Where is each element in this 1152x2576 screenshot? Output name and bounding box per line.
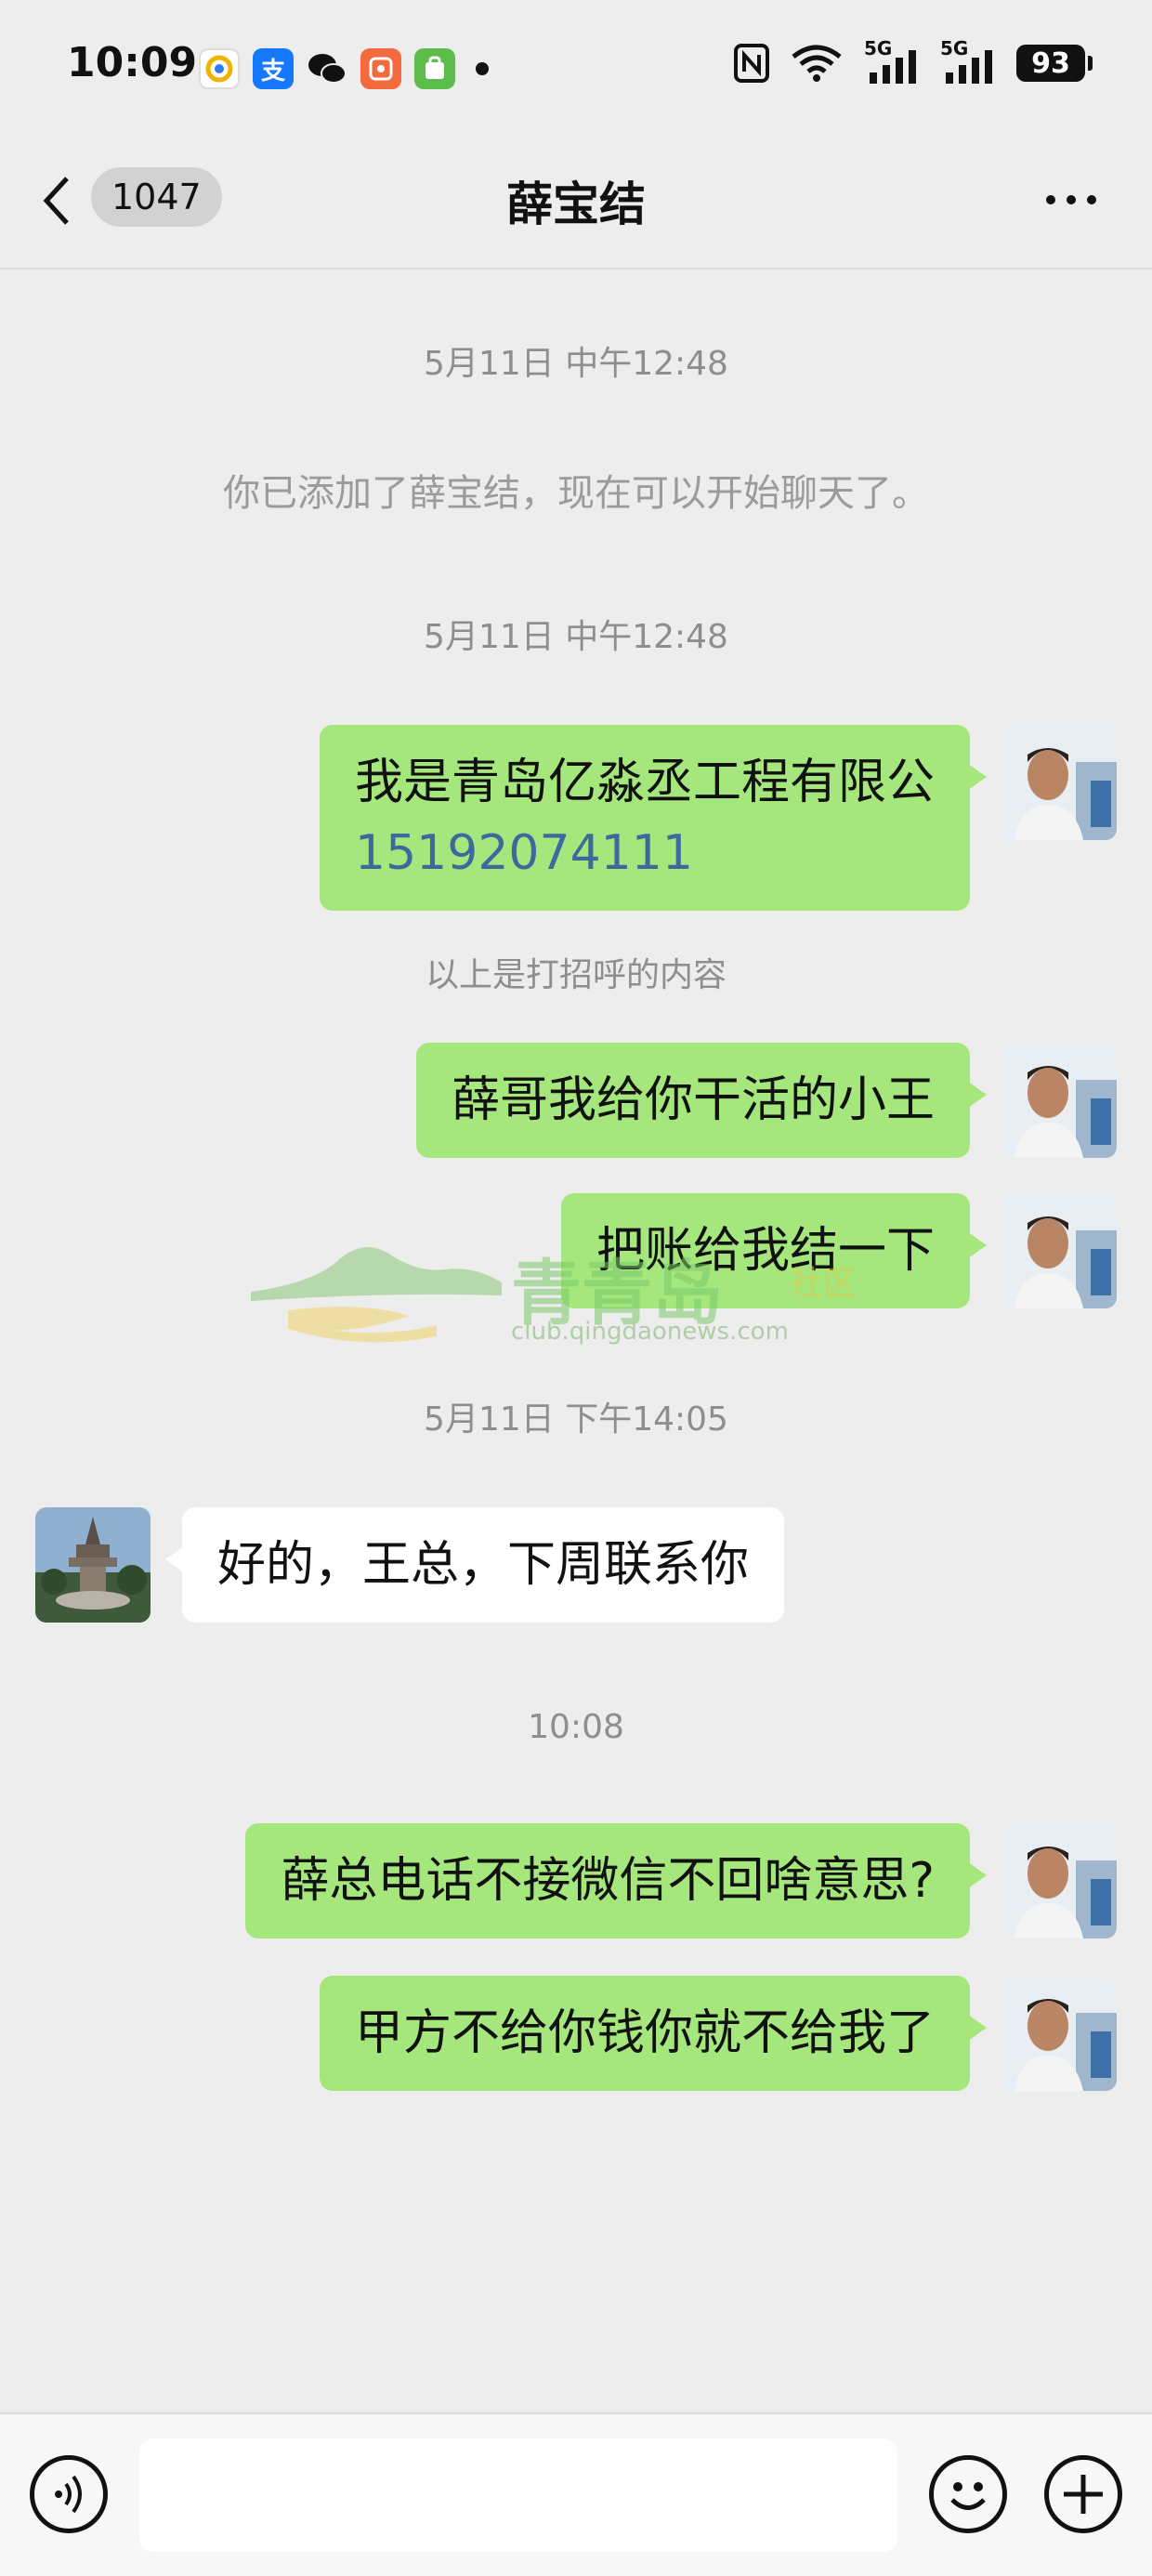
my-avatar[interactable] [1001, 1823, 1117, 1939]
notification-icons: 支 [199, 48, 489, 89]
battery-icon: 93 [1016, 45, 1093, 82]
timestamp: 5月11日 中午12:48 [424, 345, 728, 383]
chat-header: 1047 薛宝结 [0, 130, 1152, 269]
system-icons: 5G 5G 93 [734, 37, 1093, 84]
phone-number-link[interactable]: 15192074111 [355, 818, 935, 888]
message-text: 我是青岛亿淼丞工程有限公 [354, 755, 935, 810]
incoming-message-bubble[interactable]: 好的，王总，下周联系你 [164, 1507, 785, 1623]
status-time: 10:09 [67, 39, 198, 86]
my-avatar[interactable] [1001, 1043, 1117, 1158]
voice-input-button[interactable] [30, 2455, 108, 2533]
my-avatar[interactable] [1001, 725, 1117, 840]
chat-title: 薛宝结 [506, 177, 646, 231]
outgoing-message-bubble[interactable]: 薛总电话不接微信不回啥意思? [245, 1823, 987, 1939]
more-dot-icon [1046, 195, 1055, 204]
emoji-icon [950, 2482, 986, 2510]
more-functions-button[interactable] [1044, 2455, 1122, 2533]
more-options-button[interactable] [1046, 195, 1096, 204]
my-avatar[interactable] [1001, 1976, 1117, 2091]
outgoing-message-bubble[interactable]: 我是青岛亿淼丞工程有限公 15192074111 [319, 725, 988, 911]
emoji-button[interactable] [929, 2455, 1007, 2533]
wechat-icon [307, 48, 347, 89]
plus-icon [1064, 2475, 1103, 2514]
my-avatar[interactable] [1001, 1193, 1117, 1308]
contact-avatar[interactable] [35, 1507, 151, 1623]
xiaohongshu-icon [360, 48, 401, 89]
alipay-icon: 支 [253, 48, 294, 89]
outgoing-message-bubble[interactable]: 薛哥我给你干活的小王 [415, 1043, 988, 1158]
status-bar: 10:09 支 5G 5G 93 [0, 0, 1152, 130]
signal-1-icon: 5G [864, 37, 920, 84]
message-input[interactable] [139, 2438, 897, 2552]
nfc-icon [734, 44, 769, 83]
outgoing-message-bubble[interactable]: 甲方不给你钱你就不给我了 [319, 1976, 988, 2091]
voice-icon [55, 2475, 82, 2514]
qq-browser-icon [199, 48, 240, 89]
outgoing-message-bubble[interactable]: 把账给我结一下 [560, 1193, 988, 1308]
timestamp: 10:08 [528, 1708, 624, 1746]
system-note: 以上是打招呼的内容 [425, 956, 727, 994]
timestamp: 5月11日 下午14:05 [424, 1400, 728, 1439]
input-bar [0, 2412, 1152, 2576]
app-store-icon [414, 48, 455, 89]
timestamp: 5月11日 中午12:48 [424, 618, 728, 656]
signal-2-icon: 5G [940, 37, 996, 84]
message-list[interactable]: 5月11日 中午12:48 你已添加了薛宝结，现在可以开始聊天了。 5月11日 … [0, 271, 1152, 2409]
system-message: 你已添加了薛宝结，现在可以开始聊天了。 [223, 472, 929, 515]
wifi-icon [792, 45, 842, 82]
more-notifications-dot [476, 62, 489, 75]
